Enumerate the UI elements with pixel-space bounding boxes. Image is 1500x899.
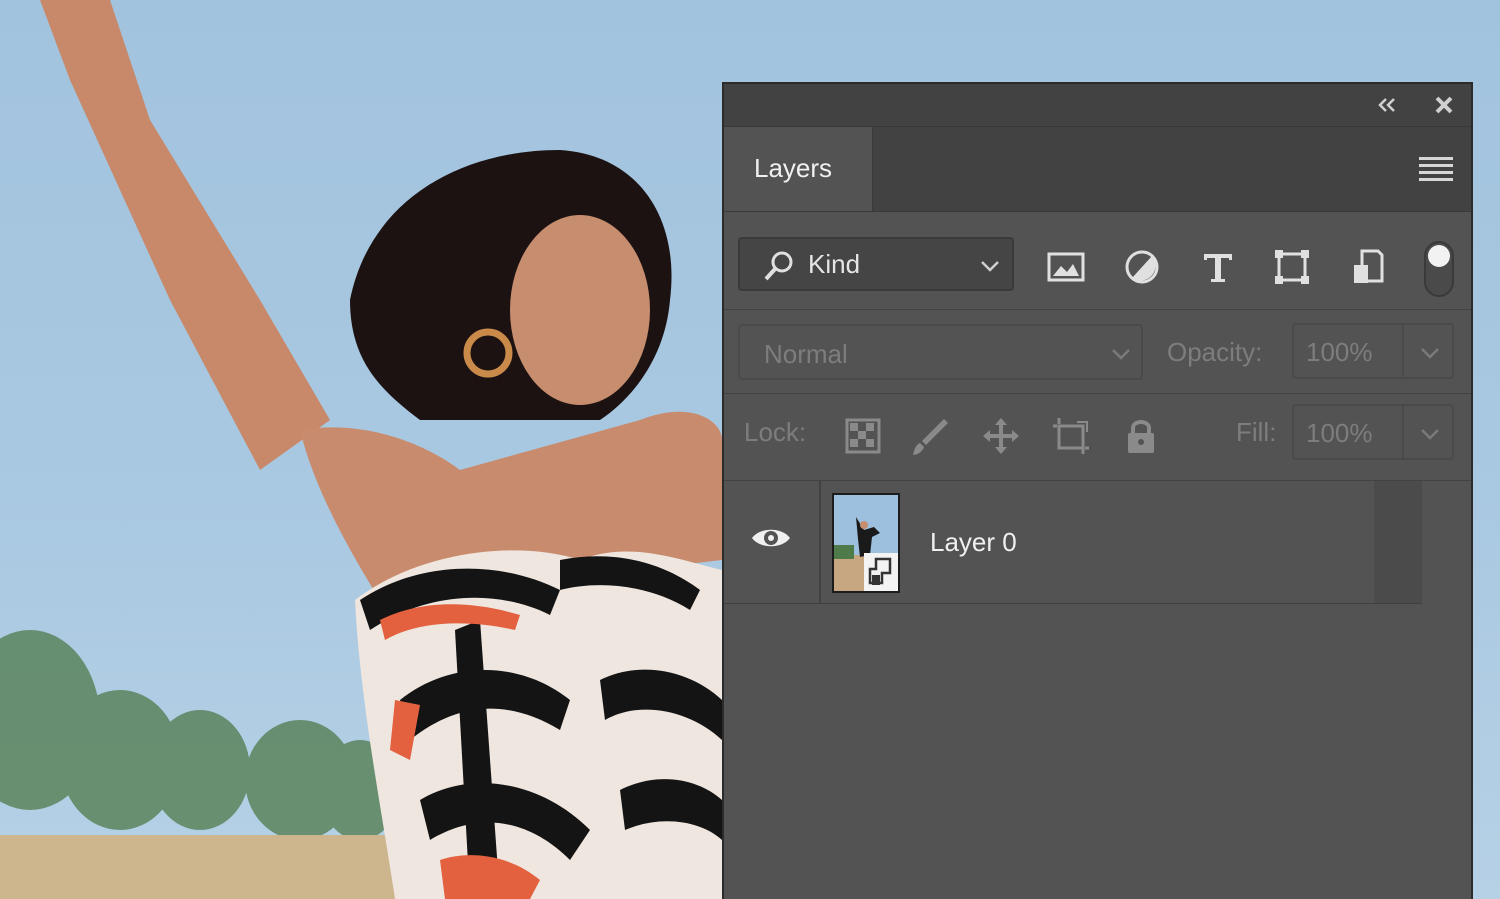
tab-layers[interactable]: Layers: [724, 127, 873, 211]
image-filter-icon[interactable]: [1046, 247, 1086, 287]
adjustment-filter-icon[interactable]: [1122, 247, 1162, 287]
type-filter-icon[interactable]: [1198, 247, 1238, 287]
layer-row[interactable]: Layer 0: [724, 481, 1422, 604]
tab-layers-label: Layers: [754, 153, 833, 183]
panel-tab-strip: Layers: [724, 127, 1471, 212]
eye-icon[interactable]: [750, 525, 792, 551]
toggle-knob: [1428, 245, 1450, 267]
opacity-value: 100%: [1306, 337, 1373, 367]
lock-transparent-pixels-icon[interactable]: [842, 415, 884, 457]
opacity-label: Opacity:: [1167, 337, 1263, 367]
lock-image-pixels-icon[interactable]: [910, 415, 952, 457]
chevron-down-icon: [1421, 348, 1439, 359]
chevron-down-icon: [981, 261, 999, 272]
hamburger-menu-icon[interactable]: [1419, 157, 1453, 181]
smart-object-filter-icon[interactable]: [1348, 247, 1388, 287]
blend-mode-value: Normal: [764, 339, 848, 369]
blend-row: Normal Opacity: 100%: [724, 310, 1471, 394]
filter-row: Kind: [724, 212, 1471, 310]
layers-list: Layer 0: [724, 481, 1471, 899]
chevron-down-icon: [1421, 429, 1439, 440]
fill-label: Fill:: [1236, 417, 1277, 447]
filter-toggle-switch[interactable]: [1424, 241, 1454, 297]
fill-value: 100%: [1306, 418, 1373, 448]
double-chevron-left-icon[interactable]: [1374, 93, 1400, 117]
visibility-column: [724, 481, 821, 603]
lock-row: Lock: Fill: 100%: [724, 394, 1471, 481]
lock-position-icon[interactable]: [980, 415, 1022, 457]
kind-filter-select[interactable]: Kind: [738, 237, 1014, 291]
fill-field[interactable]: 100%: [1292, 404, 1454, 460]
smart-object-badge-icon: [864, 553, 898, 591]
kind-filter-label: Kind: [808, 249, 861, 279]
layer-thumbnail: [832, 493, 900, 593]
layers-panel: Layers Kind Normal Opacity: 100% Lock: F…: [722, 82, 1473, 899]
panel-title-bar: [724, 84, 1471, 127]
search-icon: [764, 251, 793, 281]
chevron-down-icon: [1112, 349, 1130, 360]
lock-artboard-icon[interactable]: [1050, 415, 1092, 457]
lock-all-icon[interactable]: [1120, 415, 1162, 457]
opacity-field[interactable]: 100%: [1292, 323, 1454, 379]
blend-mode-select[interactable]: Normal: [738, 324, 1143, 380]
scrollbar-gutter: [1374, 481, 1422, 603]
lock-label: Lock:: [744, 417, 807, 447]
shape-filter-icon[interactable]: [1272, 247, 1312, 287]
layer-name: Layer 0: [930, 527, 1017, 557]
close-icon[interactable]: [1432, 93, 1458, 117]
